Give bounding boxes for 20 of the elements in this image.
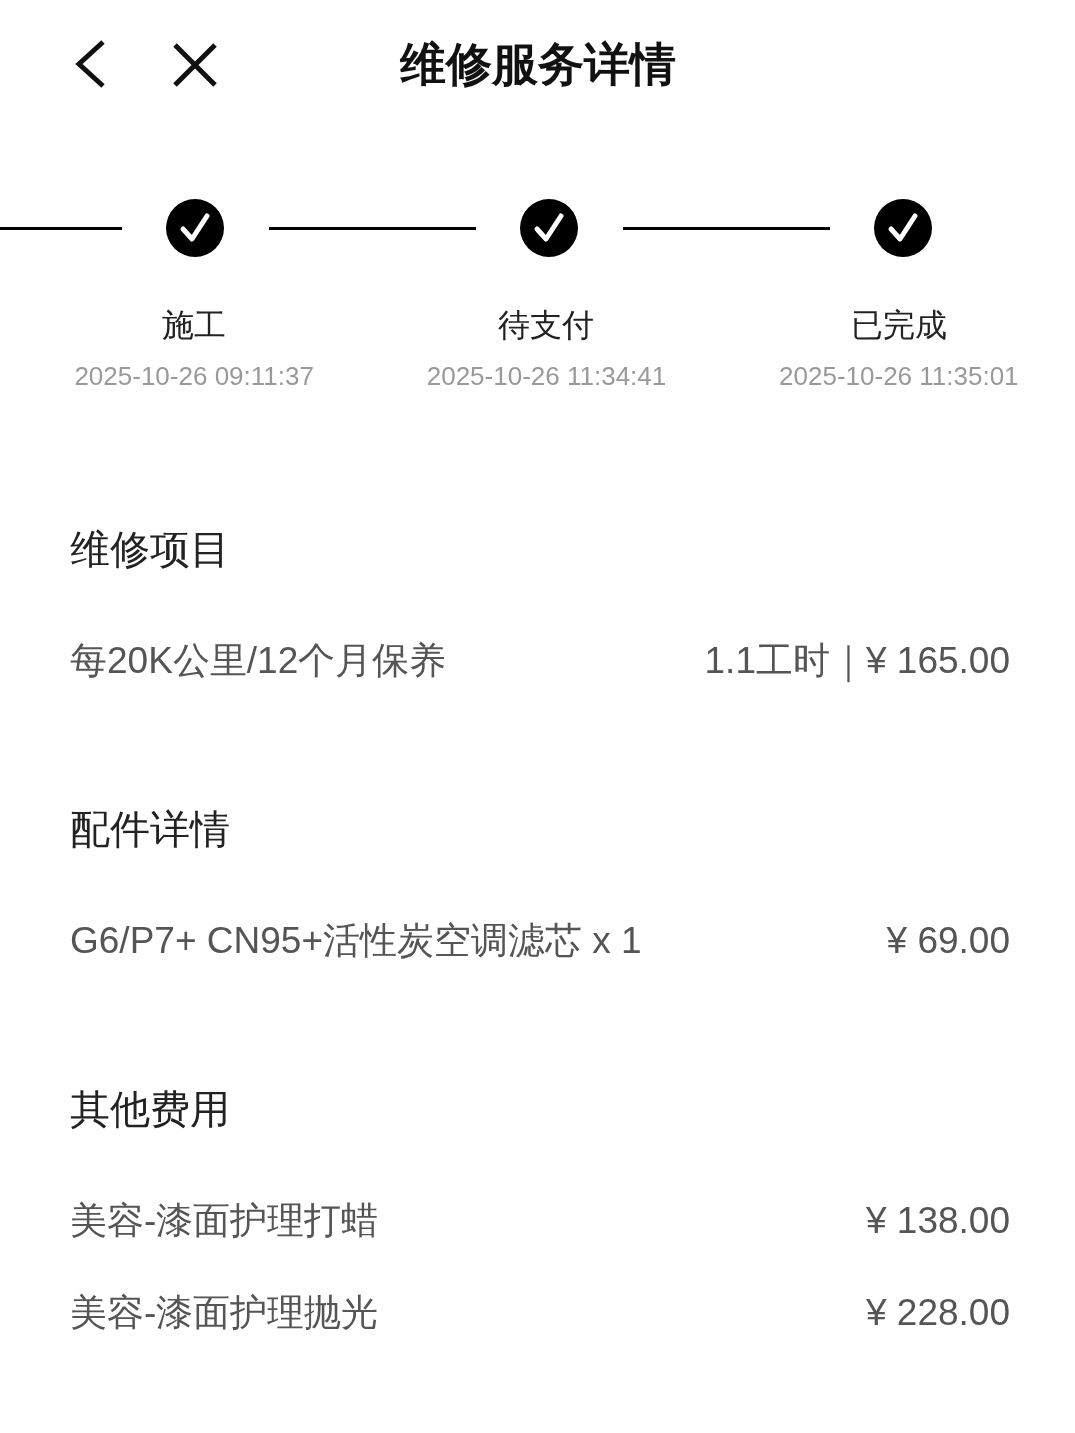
section-title: 配件详情 — [70, 806, 231, 853]
item-name: 每20K公里/12个月保养 — [70, 639, 447, 683]
step-label: 施工 — [162, 306, 227, 345]
item-price: ¥ 69.00 — [886, 919, 1010, 963]
step-label: 已完成 — [850, 306, 947, 345]
section-title: 其他费用 — [70, 1086, 231, 1133]
step-time: 2025-10-26 11:34:41 — [426, 360, 667, 393]
close-icon — [171, 41, 219, 89]
item-name: G6/P7+ CN95+活性炭空调滤芯 x 1 — [70, 919, 642, 963]
section-title: 维修项目 — [70, 526, 231, 573]
item-price: 1.1工时｜¥ 165.00 — [704, 639, 1010, 685]
back-icon — [73, 39, 107, 89]
step-time: 2025-10-26 11:35:01 — [779, 360, 1019, 393]
step-time: 2025-10-26 09:11:37 — [74, 360, 314, 393]
step-label: 待支付 — [498, 306, 595, 345]
item-price: ¥ 228.00 — [865, 1291, 1010, 1335]
item-price: ¥ 138.00 — [865, 1199, 1010, 1243]
item-name: 美容-漆面护理抛光 — [70, 1291, 379, 1335]
page-title: 维修服务详情 — [398, 36, 677, 92]
item-name: 美容-漆面护理打蜡 — [70, 1199, 379, 1243]
